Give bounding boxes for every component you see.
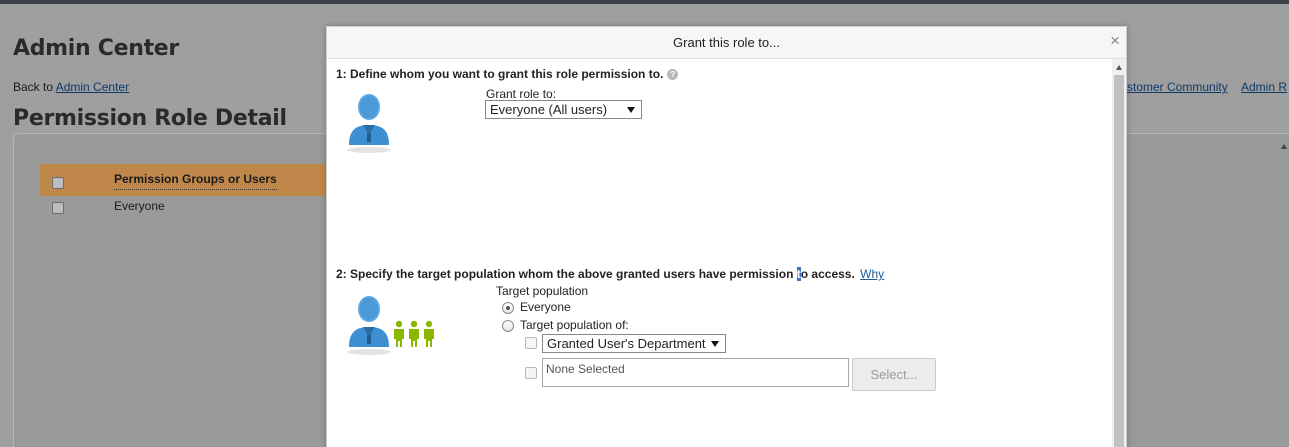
- radio-everyone-label[interactable]: Everyone: [520, 300, 571, 314]
- table-row: Everyone: [40, 198, 330, 218]
- department-select[interactable]: Granted User's Department: [542, 334, 726, 353]
- step1-heading-text: 1: Define whom you want to grant this ro…: [336, 67, 664, 81]
- back-to-admin-center-link[interactable]: Admin Center: [56, 80, 129, 94]
- back-prefix: Back to: [13, 80, 56, 94]
- person-group-icon: [347, 296, 434, 355]
- grant-role-label: Grant role to:: [486, 87, 557, 101]
- back-link-row: Back to Admin Center: [13, 80, 129, 94]
- dialog-scrollbar[interactable]: [1112, 59, 1126, 447]
- radio-everyone[interactable]: [502, 302, 514, 314]
- dialog-title: Grant this role to...: [673, 35, 780, 50]
- customer-community-link[interactable]: stomer Community: [1127, 80, 1228, 94]
- select-button[interactable]: Select...: [852, 358, 936, 391]
- scroll-up-icon[interactable]: [1116, 65, 1122, 70]
- page-title: Admin Center: [13, 36, 179, 61]
- target-population-label: Target population: [496, 284, 589, 298]
- grant-role-select-value: Everyone (All users): [490, 102, 608, 117]
- close-icon[interactable]: ×: [1110, 32, 1120, 49]
- help-icon[interactable]: ?: [667, 69, 679, 81]
- scrollbar-thumb[interactable]: [1114, 75, 1124, 447]
- grant-role-select[interactable]: Everyone (All users): [485, 100, 642, 119]
- chevron-down-icon: [627, 107, 635, 113]
- radio-target-population-of[interactable]: [502, 320, 514, 332]
- chevron-down-icon: [711, 341, 719, 347]
- grant-role-dialog: Grant this role to... × 1: Define whom y…: [326, 26, 1127, 447]
- department-select-value: Granted User's Department: [547, 336, 706, 351]
- why-link[interactable]: Why: [860, 267, 884, 281]
- row-label: Everyone: [114, 199, 165, 213]
- admin-resources-link[interactable]: Admin R: [1241, 80, 1287, 94]
- radio-target-population-of-label[interactable]: Target population of:: [520, 318, 629, 332]
- person-admin-icon: [347, 94, 391, 153]
- department-checkbox[interactable]: [525, 337, 537, 349]
- permission-role-detail-heading: Permission Role Detail: [13, 106, 287, 131]
- step2-heading-text: 2: Specify the target population whom th…: [336, 267, 797, 281]
- none-selected-field[interactable]: None Selected: [542, 358, 849, 387]
- custom-selection-checkbox[interactable]: [525, 367, 537, 379]
- step2-heading: 2: Specify the target population whom th…: [336, 267, 884, 281]
- step1-heading: 1: Define whom you want to grant this ro…: [336, 67, 679, 81]
- permission-table-header: Permission Groups or Users: [40, 164, 330, 196]
- dialog-header: Grant this role to... ×: [327, 27, 1126, 59]
- step2-heading-text-end: o access.: [800, 267, 855, 281]
- column-header-groups-users[interactable]: Permission Groups or Users: [114, 172, 277, 190]
- page-scroll-up-icon[interactable]: [1281, 144, 1287, 149]
- row-checkbox[interactable]: [52, 202, 64, 214]
- select-all-checkbox[interactable]: [52, 177, 64, 189]
